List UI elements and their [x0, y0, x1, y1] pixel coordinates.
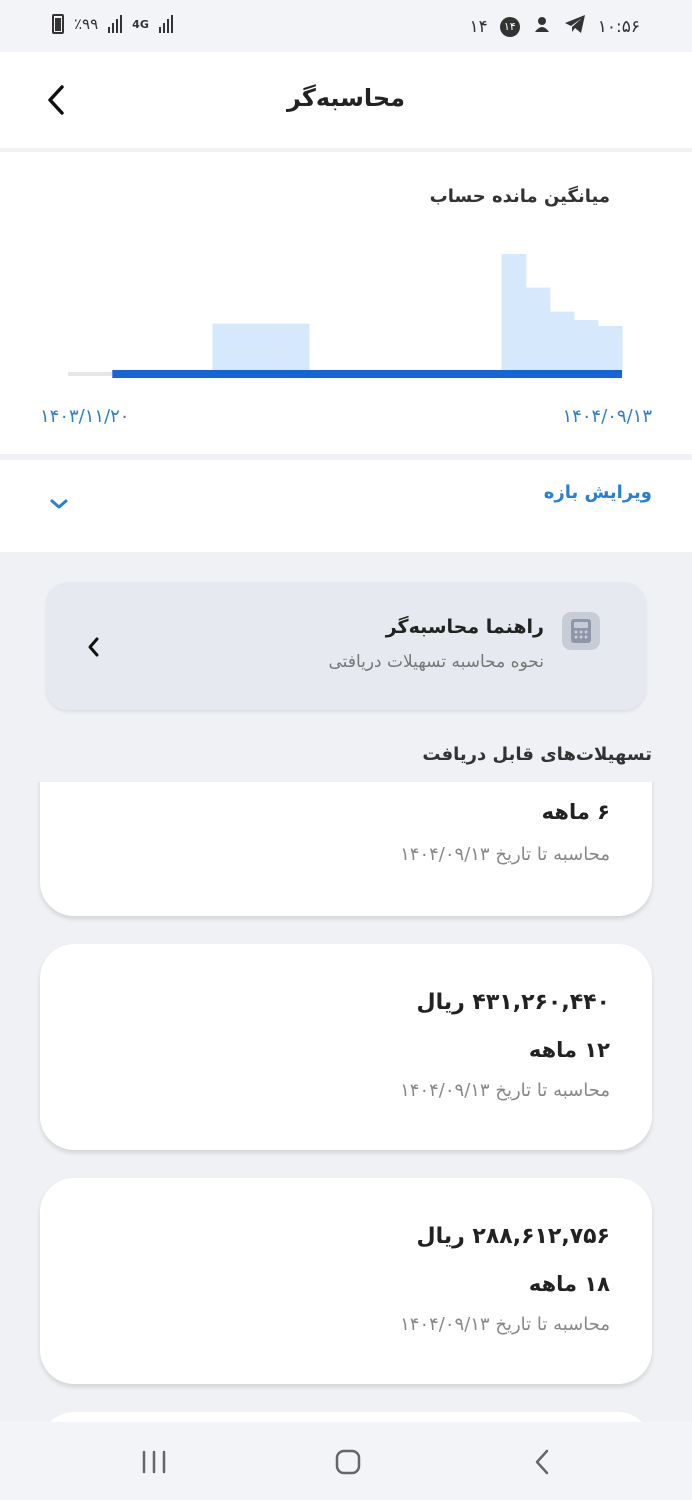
recent-apps-button[interactable]: [134, 1442, 174, 1482]
network-type: 4G: [132, 17, 149, 31]
loan-term: ۱۸ ماهه: [528, 1272, 610, 1296]
notification-count: ۱۴: [469, 16, 488, 37]
back-icon: [535, 1449, 549, 1475]
edit-range-row[interactable]: ویرایش بازه: [0, 460, 692, 552]
chart-area-step: [236, 323, 262, 374]
chevron-left-icon: [88, 637, 99, 657]
status-left: ٪۹۹ 4G: [52, 14, 173, 34]
telegram-icon: [564, 14, 586, 39]
chart-area-step: [573, 320, 599, 374]
chart-selected-range[interactable]: [112, 370, 623, 378]
loan-card[interactable]: ۴۳۱,۲۶۰,۴۴۰ ریال ۱۲ ماهه محاسبه تا تاریخ…: [40, 944, 652, 1150]
chart-area-step: [284, 323, 310, 374]
badge-icon: ۱۴: [499, 16, 520, 37]
chart-area-step: [260, 323, 286, 374]
battery-text: ٪۹۹: [74, 15, 99, 33]
clock: ۱۰:۵۶: [597, 16, 640, 37]
app-header: محاسبه‌گر: [0, 52, 692, 148]
status-right: ۱۴ ۱۴ ۱۰:۵۶: [469, 14, 640, 39]
battery-icon: [52, 14, 64, 34]
nav-back-button[interactable]: [522, 1442, 562, 1482]
guide-open-button[interactable]: [86, 636, 100, 662]
loan-term: ۶ ماهه: [541, 800, 610, 824]
edit-range-label[interactable]: ویرایش بازه: [544, 482, 652, 503]
page-title: محاسبه‌گر: [286, 84, 405, 112]
home-button[interactable]: [328, 1442, 368, 1482]
loan-card-partial[interactable]: [40, 1412, 652, 1422]
chart-end-date: ۱۴۰۴/۰۹/۱۳: [562, 406, 652, 427]
section-title: تسهیلات‌های قابل دریافت: [422, 744, 652, 765]
chart-area-step: [525, 287, 551, 374]
signal-icon: [108, 15, 123, 33]
loan-amount: ۴۳۱,۲۶۰,۴۴۰ ریال: [416, 990, 610, 1015]
loan-date: محاسبه تا تاریخ ۱۴۰۴/۰۹/۱۳: [400, 844, 610, 865]
loan-card[interactable]: ۲۸۸,۶۱۲,۷۵۶ ریال ۱۸ ماهه محاسبه تا تاریخ…: [40, 1178, 652, 1384]
guide-title: راهنما محاسبه‌گر: [385, 616, 544, 638]
loan-term: ۱۲ ماهه: [528, 1038, 610, 1062]
chart-area-step: [549, 311, 575, 374]
app-icon: [532, 14, 552, 39]
calculator-icon: [562, 612, 600, 650]
edit-range-toggle[interactable]: [48, 496, 70, 515]
chart-area-step: [212, 323, 238, 374]
loan-amount: ۲۸۸,۶۱۲,۷۵۶ ریال: [416, 1224, 610, 1249]
loan-card[interactable]: ۶ ماهه محاسبه تا تاریخ ۱۴۰۴/۰۹/۱۳: [40, 782, 652, 916]
guide-subtitle: نحوه محاسبه تسهیلات دریافتی: [328, 652, 544, 672]
chart-area-step: [597, 326, 623, 374]
recent-apps-icon: [142, 1450, 166, 1474]
system-nav-bar: [0, 1422, 692, 1500]
home-icon: [335, 1449, 361, 1475]
loan-date: محاسبه تا تاریخ ۱۴۰۴/۰۹/۱۳: [400, 1080, 610, 1101]
chart-start-date: ۱۴۰۳/۱۱/۲۰: [40, 406, 130, 427]
status-bar: ٪۹۹ 4G ۱۴ ۱۴ ۱۰:۵۶: [0, 0, 692, 52]
chart-area-step: [501, 254, 527, 374]
loan-list[interactable]: ۶ ماهه محاسبه تا تاریخ ۱۴۰۴/۰۹/۱۳ ۴۳۱,۲۶…: [0, 782, 692, 1422]
chevron-down-icon: [50, 499, 68, 509]
balance-chart-card: میانگین مانده حساب ۱۴۰۳/۱۱/۲۰ ۱۴۰۴/۰۹/۱۳: [0, 152, 692, 454]
calculator-guide-card[interactable]: راهنما محاسبه‌گر نحوه محاسبه تسهیلات دری…: [46, 582, 646, 710]
loan-date: محاسبه تا تاریخ ۱۴۰۴/۰۹/۱۳: [400, 1314, 610, 1335]
signal-icon-2: [158, 15, 173, 33]
